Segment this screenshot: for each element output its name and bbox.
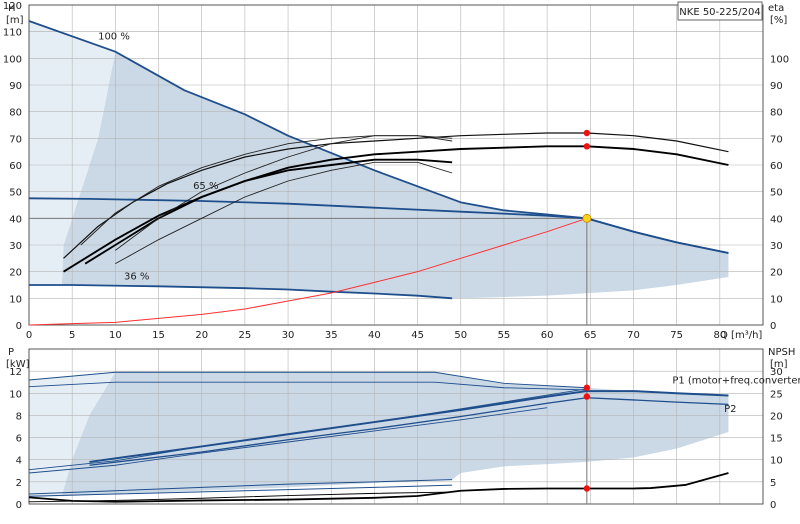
power-y-left-tick: 4: [16, 456, 22, 467]
x-tick: 30: [282, 330, 295, 341]
power-y-right-tick: 25: [770, 389, 783, 400]
x-tick: 40: [368, 330, 381, 341]
head-y-left-unit: [m]: [6, 15, 24, 26]
power-y-left-unit: [kW]: [6, 359, 30, 370]
head-y-left-tick: 90: [9, 81, 22, 92]
duty-point: [582, 213, 592, 223]
x-tick: 70: [627, 330, 640, 341]
x-tick: 60: [541, 330, 554, 341]
series-label: P1 (motor+freq.converter): [672, 375, 800, 386]
power-y-right-tick: 0: [770, 500, 776, 511]
head-y-right-tick: 10: [770, 294, 783, 305]
model-label-box: NKE 50-225/204: [677, 1, 763, 21]
power-duty-point: [583, 384, 591, 391]
head-y-right-tick: 60: [770, 161, 783, 172]
head-y-left-tick: 0: [16, 321, 22, 332]
head-y-right-tick: 20: [770, 268, 783, 279]
x-tick: 20: [195, 330, 208, 341]
eta-duty-point: [583, 129, 591, 137]
power-y-left-label: P: [8, 347, 14, 358]
head-y-right-unit: [%]: [770, 15, 787, 26]
model-label: NKE 50-225/204: [679, 7, 760, 18]
head-y-left-tick: 110: [3, 28, 22, 39]
power-y-right-tick: 20: [770, 411, 783, 422]
x-tick: 15: [152, 330, 165, 341]
pump-curve-svg: 0102030405060708090100110120010203040506…: [0, 0, 800, 520]
x-tick: 5: [69, 330, 75, 341]
x-axis-label: Q [m³/h]: [720, 330, 762, 341]
power-y-right-tick: 15: [770, 434, 783, 445]
power-duty-point: [583, 485, 591, 492]
x-tick: 35: [325, 330, 338, 341]
power-y-right-label: NPSH: [768, 347, 795, 358]
head-y-right-tick: 70: [770, 134, 783, 145]
power-y-right-unit: [m]: [770, 359, 788, 370]
head-y-right-tick: 30: [770, 241, 783, 252]
head-y-right-label: eta: [768, 3, 784, 14]
head-y-left-tick: 40: [9, 214, 22, 225]
x-tick: 50: [454, 330, 467, 341]
power-y-left-tick: 10: [9, 389, 22, 400]
head-y-left-tick: 50: [9, 188, 22, 199]
head-y-left-label: H: [8, 3, 16, 14]
head-y-left-tick: 60: [9, 161, 22, 172]
x-tick: 25: [239, 330, 252, 341]
series-label: P2: [724, 404, 736, 415]
head-y-right-tick: 40: [770, 214, 783, 225]
head-y-right-tick: 0: [770, 321, 776, 332]
eta-duty-point: [583, 143, 591, 150]
x-tick: 0: [26, 330, 32, 341]
pump-curve-chart: 0 10 20 30 40 50 60 70 80 90 100 110 120 0 10 20 30 40 50 6…: [0, 0, 800, 520]
power-y-right-tick: 5: [770, 478, 776, 489]
head-y-left-tick: 30: [9, 241, 22, 252]
head-y-right-tick: 90: [770, 81, 783, 92]
series-label: 100 %: [98, 32, 130, 43]
head-y-left-tick: 10: [9, 294, 22, 305]
head-y-right-tick: 50: [770, 188, 783, 199]
power-y-right-tick: 10: [770, 456, 783, 467]
power-y-left-tick: 0: [16, 500, 22, 511]
power-y-left-tick: 8: [16, 411, 22, 422]
x-tick: 55: [498, 330, 511, 341]
x-tick: 75: [670, 330, 683, 341]
head-y-left-tick: 100: [3, 54, 22, 65]
x-tick: 45: [411, 330, 424, 341]
head-y-left-tick: 20: [9, 268, 22, 279]
head-y-right-tick: 100: [770, 54, 789, 65]
head-y-left-tick: 70: [9, 134, 22, 145]
series-label: 36 %: [124, 272, 149, 283]
power-duty-point: [583, 393, 591, 400]
x-tick: 65: [584, 330, 597, 341]
head-y-left-tick: 80: [9, 108, 22, 119]
power-y-left-tick: 6: [16, 434, 22, 445]
head-y-right-tick: 80: [770, 108, 783, 119]
x-tick: 10: [109, 330, 122, 341]
power-y-left-tick: 2: [16, 478, 22, 489]
